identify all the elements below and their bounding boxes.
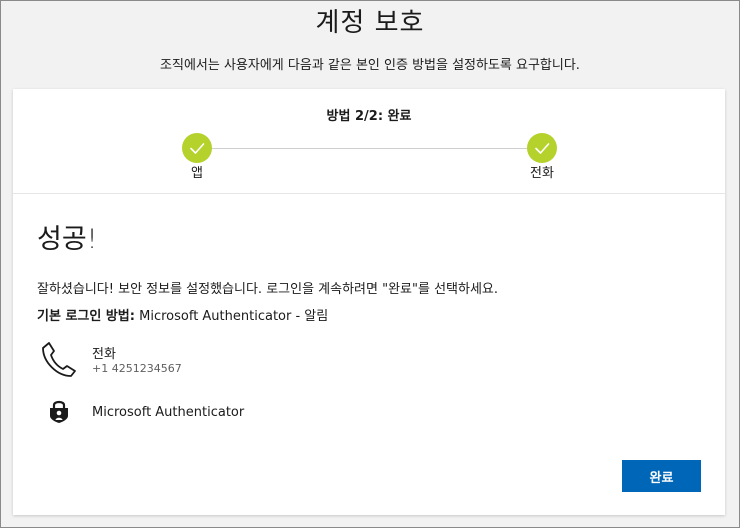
setup-card: 방법 2/2: 완료 앱 전화 성공! 잘하셨습니다! 보안 정보를 설정했습니… xyxy=(13,89,725,515)
authenticator-lock-icon xyxy=(49,398,69,428)
page-title: 계정 보호 xyxy=(315,8,425,38)
method-detail: +1 4251234567 xyxy=(92,362,182,375)
page-subtitle: 조직에서는 사용자에게 다음과 같은 본인 인증 방법을 설정하도록 요구합니다… xyxy=(160,58,580,73)
progress-stepper: 방법 2/2: 완료 앱 전화 xyxy=(13,89,725,194)
default-method-value: Microsoft Authenticator - 알림 xyxy=(139,309,329,324)
step-title: 방법 2/2: 완료 xyxy=(326,109,412,124)
step-1-label: 앱 xyxy=(191,166,203,181)
step-1-complete-indicator xyxy=(182,133,212,163)
method-item-authenticator: Microsoft Authenticator xyxy=(37,398,637,430)
checkmark-icon xyxy=(535,143,550,154)
step-connector-line xyxy=(211,148,529,149)
step-2-complete-indicator xyxy=(527,133,557,163)
success-heading: 성공! xyxy=(37,224,98,255)
method-name: Microsoft Authenticator xyxy=(92,405,245,420)
done-button[interactable]: 완료 xyxy=(622,460,701,492)
method-item-phone: 전화 +1 4251234567 xyxy=(37,340,637,380)
default-method-label: 기본 로그인 방법: xyxy=(37,309,135,324)
default-method-line: 기본 로그인 방법: Microsoft Authenticator - 알림 xyxy=(37,305,328,324)
phone-icon xyxy=(37,340,77,384)
method-name: 전화 xyxy=(92,347,116,362)
checkmark-icon xyxy=(190,143,205,154)
success-message: 잘하셨습니다! 보안 정보를 설정했습니다. 로그인을 계속하려면 "완료"를 … xyxy=(37,282,499,297)
step-2-label: 전화 xyxy=(530,166,554,181)
